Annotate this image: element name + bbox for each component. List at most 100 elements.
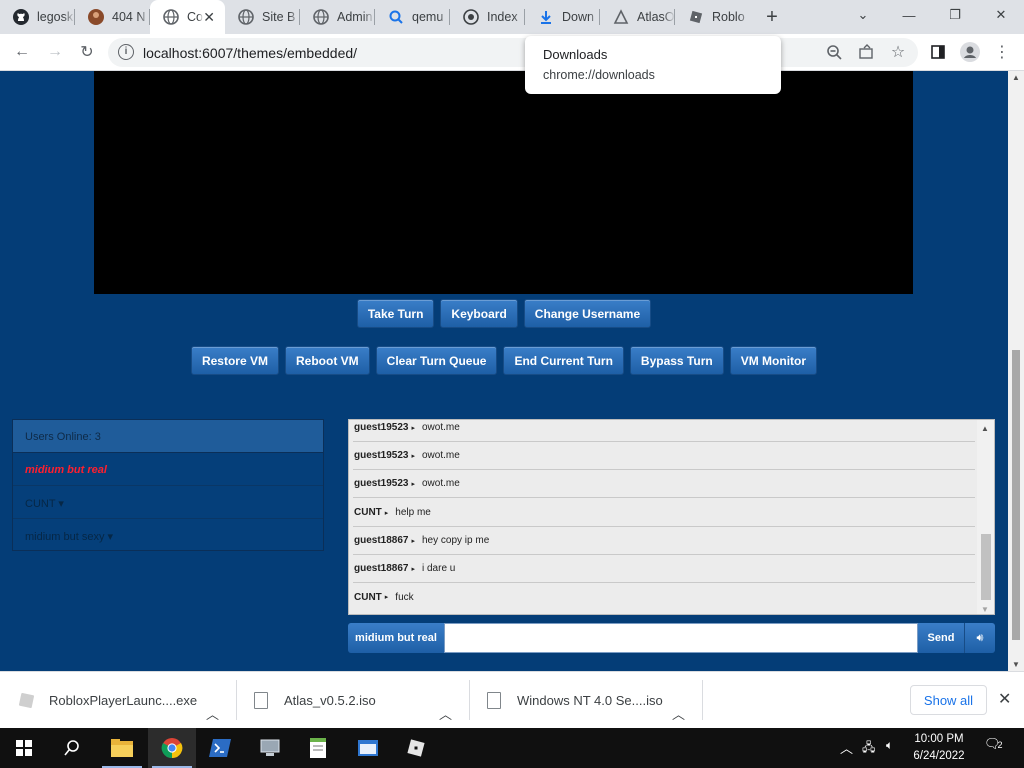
chevron-up-icon[interactable]: ︿ bbox=[439, 693, 452, 733]
file-explorer-app[interactable] bbox=[98, 728, 146, 768]
show-all-button[interactable]: Show all bbox=[910, 685, 987, 715]
notifications-button[interactable]: 🗨︎2 bbox=[984, 736, 1003, 752]
change-username-button[interactable]: Change Username bbox=[523, 299, 652, 328]
tab-downloads[interactable]: Down bbox=[525, 0, 600, 34]
chat-message: CUNT ▸ fuck bbox=[353, 583, 975, 611]
back-button[interactable]: ← bbox=[10, 40, 34, 64]
admin-controls: Restore VM Reboot VM Clear Turn Queue En… bbox=[0, 346, 1008, 375]
download-filename: Windows NT 4.0 Se....iso bbox=[517, 692, 663, 708]
address-bar[interactable]: i localhost:6007/themes/embedded/ bbox=[108, 38, 918, 67]
tab-index[interactable]: Index bbox=[450, 0, 525, 34]
end-current-turn-button[interactable]: End Current Turn bbox=[503, 346, 624, 375]
chat-text: fuck bbox=[395, 591, 414, 603]
restore-vm-button[interactable]: Restore VM bbox=[190, 346, 279, 375]
keyboard-button[interactable]: Keyboard bbox=[440, 299, 518, 328]
page-scrollbar[interactable]: ▲ ▼ bbox=[1008, 71, 1024, 671]
chat-username-badge: midium but real bbox=[348, 623, 444, 653]
download-item[interactable]: Windows NT 4.0 Se....iso bbox=[487, 680, 663, 720]
bypass-turn-button[interactable]: Bypass Turn bbox=[629, 346, 724, 375]
clear-turn-queue-button[interactable]: Clear Turn Queue bbox=[375, 346, 498, 375]
forward-button[interactable]: → bbox=[43, 40, 67, 64]
minimize-icon: — bbox=[902, 7, 916, 23]
url-text[interactable]: localhost:6007/themes/embedded/ bbox=[143, 45, 357, 61]
tab-roblox[interactable]: Roblo bbox=[675, 0, 750, 34]
scroll-down-icon[interactable]: ▼ bbox=[1012, 660, 1020, 669]
arrow-icon: ▸ bbox=[411, 480, 415, 488]
tab-site-b[interactable]: Site B bbox=[225, 0, 300, 34]
restore-button[interactable]: ❐ bbox=[932, 0, 978, 30]
network-icon[interactable]: 🖧︎ bbox=[862, 738, 875, 759]
user-item-self[interactable]: midium but real bbox=[13, 453, 323, 486]
close-tab-icon[interactable]: ✕ bbox=[203, 9, 215, 26]
start-button[interactable] bbox=[0, 728, 48, 768]
roblox-app[interactable] bbox=[392, 728, 440, 768]
menu-kebab-icon[interactable]: ⋮ bbox=[990, 40, 1014, 64]
bookmark-star-icon[interactable]: ☆ bbox=[886, 40, 910, 64]
remote-app[interactable] bbox=[246, 728, 294, 768]
powershell-app[interactable] bbox=[196, 728, 244, 768]
tab-404[interactable]: 404 N bbox=[75, 0, 150, 34]
chevron-up-icon[interactable]: ︿ bbox=[206, 693, 219, 733]
reload-button[interactable]: ↻ bbox=[75, 40, 99, 64]
volume-icon[interactable]: 🔈︎ bbox=[886, 738, 893, 753]
download-item[interactable]: RobloxPlayerLaunc....exe bbox=[18, 680, 197, 720]
volume-button[interactable]: 🔊︎ bbox=[964, 623, 995, 653]
taskbar: ︿ 🖧︎ 🔈︎ 10:00 PM 6/24/2022 🗨︎2 bbox=[0, 728, 1024, 768]
vm-display[interactable] bbox=[94, 71, 913, 294]
share-icon[interactable] bbox=[854, 40, 878, 64]
new-tab-button[interactable]: + bbox=[750, 0, 794, 34]
control-panel-app[interactable] bbox=[344, 728, 392, 768]
scroll-up-icon[interactable]: ▲ bbox=[981, 424, 989, 433]
profile-avatar[interactable] bbox=[958, 40, 982, 64]
search-button[interactable] bbox=[48, 728, 96, 768]
globe-icon bbox=[313, 9, 329, 25]
chat-message: guest19523 ▸ owot.me bbox=[353, 442, 975, 470]
chat-scroll-thumb[interactable] bbox=[981, 534, 991, 600]
send-button[interactable]: Send bbox=[918, 623, 964, 653]
tab-admin[interactable]: Admin bbox=[300, 0, 375, 34]
tab-search-button[interactable]: ⌄ bbox=[840, 0, 886, 30]
chat-input-row: midium but real Send 🔊︎ bbox=[348, 623, 995, 653]
browser-toolbar: ← → ↻ i localhost:6007/themes/embedded/ … bbox=[0, 34, 1024, 71]
scroll-down-icon[interactable]: ▼ bbox=[981, 605, 989, 614]
download-item[interactable]: Atlas_v0.5.2.iso bbox=[254, 680, 376, 720]
vm-monitor-button[interactable]: VM Monitor bbox=[729, 346, 818, 375]
github-icon bbox=[13, 9, 29, 25]
reboot-vm-button[interactable]: Reboot VM bbox=[285, 346, 370, 375]
chat-message-input[interactable] bbox=[444, 623, 918, 653]
notepad-app[interactable] bbox=[294, 728, 342, 768]
close-shelf-icon[interactable]: ✕ bbox=[998, 689, 1011, 709]
take-turn-button[interactable]: Take Turn bbox=[356, 299, 435, 328]
page-scroll-thumb[interactable] bbox=[1012, 350, 1020, 640]
chat-username: guest18867 bbox=[354, 563, 409, 574]
info-icon[interactable]: i bbox=[118, 44, 134, 60]
close-window-button[interactable]: ✕ bbox=[978, 0, 1024, 30]
tab-legosk[interactable]: legosk bbox=[0, 0, 75, 34]
tab-title: AtlasO bbox=[637, 10, 675, 24]
forward-arrow-icon: → bbox=[47, 43, 63, 60]
notification-count: 2 bbox=[997, 740, 1003, 750]
tooltip-url: chrome://downloads bbox=[543, 68, 655, 82]
tab-atlas[interactable]: AtlasO bbox=[600, 0, 675, 34]
minimize-button[interactable]: — bbox=[886, 0, 932, 30]
chevron-up-icon[interactable]: ︿ bbox=[840, 738, 853, 757]
chevron-up-icon[interactable]: ︿ bbox=[672, 693, 685, 733]
chrome-app[interactable] bbox=[148, 728, 196, 768]
download-filename: Atlas_v0.5.2.iso bbox=[284, 692, 376, 708]
scroll-up-icon[interactable]: ▲ bbox=[1012, 73, 1020, 82]
user-item[interactable]: CUNT ▾ bbox=[13, 486, 323, 519]
globe-icon bbox=[238, 9, 254, 25]
system-clock[interactable]: 10:00 PM 6/24/2022 bbox=[906, 731, 972, 765]
zoom-icon[interactable] bbox=[822, 40, 846, 64]
tab-qemu[interactable]: qemu bbox=[375, 0, 450, 34]
chat-log[interactable]: guest19523 ▸ owot.me guest19523 ▸ owot.me gu… bbox=[348, 419, 995, 615]
tab-collabvm[interactable]: Co ✕ bbox=[150, 0, 225, 34]
tab-title: Site B bbox=[262, 10, 296, 24]
plus-icon: + bbox=[766, 5, 778, 28]
divider bbox=[702, 680, 703, 720]
user-item[interactable]: midium but sexy ▾ bbox=[13, 519, 323, 552]
chat-scrollbar[interactable]: ▲ ▼ bbox=[977, 420, 994, 614]
windows-icon bbox=[16, 740, 32, 756]
side-panel-icon[interactable] bbox=[926, 40, 950, 64]
globe-icon bbox=[163, 9, 179, 25]
